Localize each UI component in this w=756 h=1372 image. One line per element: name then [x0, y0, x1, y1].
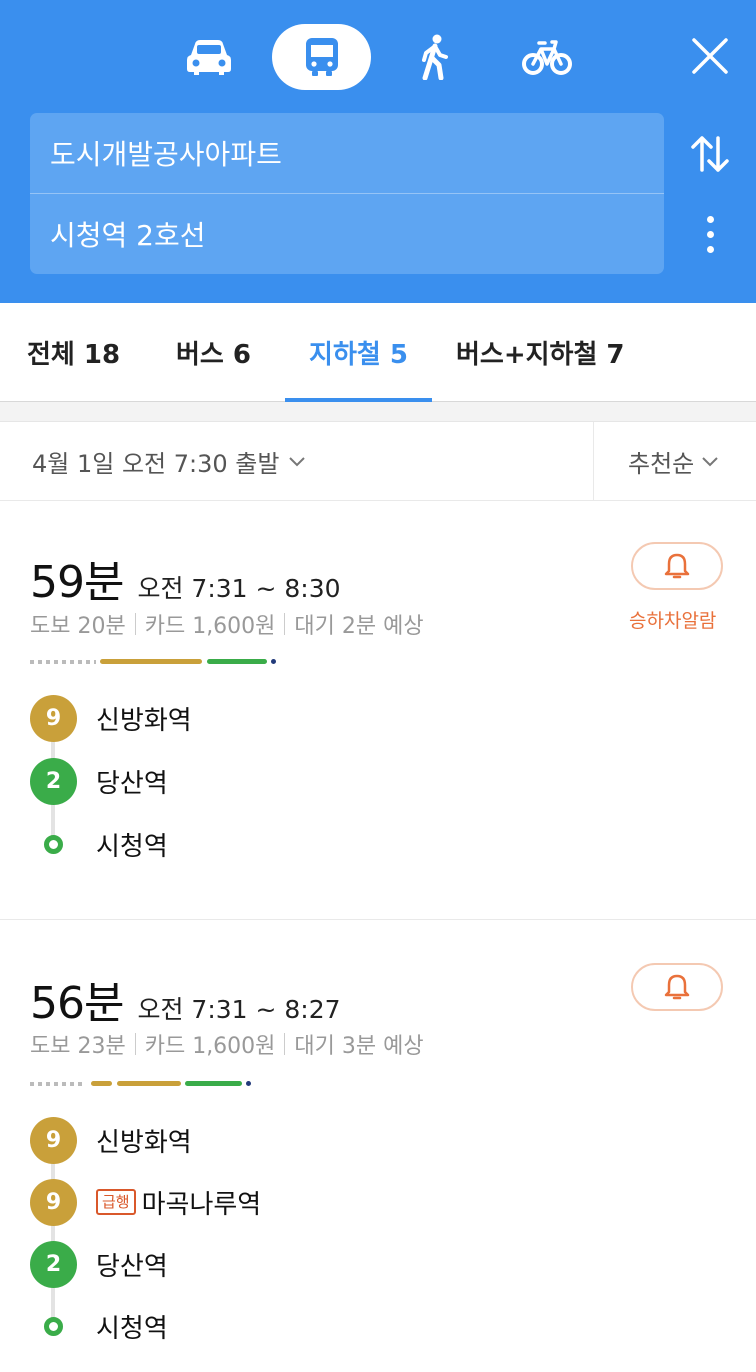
stop-name: 마곡나루역: [141, 1189, 262, 1220]
line9-express-segment: [117, 1081, 181, 1086]
filter-divider: [593, 422, 594, 501]
summary-separator: [134, 1033, 136, 1055]
route-stop: 9 신방화역: [30, 694, 192, 742]
route-duration: 59분: [30, 557, 124, 608]
sort-text: 추천순: [628, 450, 695, 478]
walk-mode-button[interactable]: [402, 24, 468, 90]
express-badge: 급행: [96, 1189, 136, 1215]
route-stop: 시청역: [30, 820, 168, 868]
swap-button[interactable]: [684, 128, 736, 180]
fare: 카드 1,600원: [144, 614, 276, 639]
route-end-marker: [271, 659, 276, 664]
stop-name: 당산역: [96, 1251, 168, 1282]
route-search-header: 도시개발공사아파트 시청역 2호선: [0, 0, 756, 303]
section-divider: [0, 402, 756, 422]
destination-dot: [30, 1303, 77, 1350]
route-card[interactable]: 59분 오전 7:31 ~ 8:30 도보 20분 카드 1,600원 대기 2…: [0, 502, 756, 920]
bus-icon: [305, 38, 338, 76]
bike-icon: [522, 40, 572, 75]
departure-time-selector[interactable]: 4월 1일 오전 7:30 출발: [32, 422, 306, 501]
boarding-alarm-button[interactable]: [631, 963, 723, 1011]
route-search-box: 도시개발공사아파트 시청역 2호선: [30, 113, 664, 274]
car-mode-button[interactable]: [176, 24, 242, 90]
fare: 카드 1,600원: [144, 1034, 276, 1059]
chevron-down-icon: [289, 456, 306, 466]
more-vertical-icon-dot: [706, 230, 714, 238]
origin-text: 도시개발공사아파트: [50, 138, 282, 171]
line9-badge: 9: [30, 694, 77, 742]
boarding-alarm-label: 승하차알람: [629, 610, 717, 632]
route-card[interactable]: 56분 오전 7:31 ~ 8:27 도보 23분 카드 1,600원 대기 3…: [0, 921, 756, 1372]
stop-name-row: 급행 마곡나루역: [96, 1184, 261, 1221]
chevron-down-icon: [702, 456, 718, 466]
departure-time-text: 4월 1일 오전 7:30 출발: [32, 450, 280, 478]
wait-time: 대기 2분 예상: [294, 614, 424, 639]
boarding-alarm-button[interactable]: [631, 542, 723, 590]
route-stop: 시청역: [30, 1302, 168, 1350]
route-stop: 9 급행 마곡나루역: [30, 1178, 261, 1226]
tab-bus[interactable]: 버스 6: [176, 303, 251, 402]
route-stop: 2 당산역: [30, 1240, 168, 1288]
route-stop: 9 신방화역: [30, 1116, 192, 1164]
destination-field[interactable]: 시청역 2호선: [30, 194, 664, 274]
line9-segment: [91, 1081, 112, 1086]
stop-name: 시청역: [96, 1313, 168, 1344]
stop-name: 신방화역: [96, 705, 192, 736]
walk-time: 도보 23분: [30, 1034, 126, 1059]
route-stop: 2 당산역: [30, 757, 168, 805]
walk-time: 도보 20분: [30, 614, 126, 639]
line2-segment: [185, 1081, 242, 1086]
filter-bar: 4월 1일 오전 7:30 출발 추천순: [0, 422, 756, 501]
close-icon: [692, 38, 728, 74]
route-timeline: [51, 1140, 55, 1326]
walk-segment: [30, 660, 96, 664]
summary-separator: [284, 613, 286, 635]
more-vertical-icon-dot: [706, 215, 714, 223]
origin-field[interactable]: 도시개발공사아파트: [30, 113, 664, 193]
close-button[interactable]: [684, 30, 736, 82]
walk-icon: [422, 34, 448, 80]
line2-badge: 2: [30, 1240, 77, 1288]
route-duration: 56분: [30, 978, 124, 1029]
route-summary: 도보 20분 카드 1,600원 대기 2분 예상: [30, 608, 424, 640]
summary-separator: [284, 1033, 286, 1055]
more-options-button[interactable]: [690, 208, 730, 260]
route-end-marker: [246, 1081, 251, 1086]
line9-badge: 9: [30, 1116, 77, 1164]
line9-segment: [100, 659, 202, 664]
walk-segment: [30, 1082, 86, 1086]
destination-text: 시청역 2호선: [50, 219, 206, 252]
tab-subway[interactable]: 지하철 5: [285, 303, 432, 402]
wait-time: 대기 3분 예상: [294, 1034, 424, 1059]
route-segment-bar: [30, 1081, 260, 1087]
route-duration-row: 56분 오전 7:31 ~ 8:27: [30, 967, 341, 1031]
stop-name: 시청역: [96, 831, 168, 862]
line2-segment: [207, 659, 267, 664]
tab-all[interactable]: 전체 18: [27, 303, 120, 402]
more-vertical-icon-dot: [706, 245, 714, 253]
route-summary: 도보 23분 카드 1,600원 대기 3분 예상: [30, 1028, 424, 1060]
transit-mode-button[interactable]: [272, 24, 371, 90]
destination-dot: [30, 821, 77, 868]
route-duration-row: 59분 오전 7:31 ~ 8:30: [30, 546, 341, 610]
transit-type-tabs: 전체 18 버스 6 지하철 5 버스+지하철 7: [0, 303, 756, 402]
sort-selector[interactable]: 추천순: [628, 422, 718, 501]
bell-icon: [664, 553, 690, 579]
bell-icon: [664, 974, 690, 1000]
route-segment-bar: [30, 659, 280, 665]
tab-bus-subway[interactable]: 버스+지하철 7: [456, 303, 625, 402]
line9-badge: 9: [30, 1178, 77, 1226]
summary-separator: [134, 613, 136, 635]
stop-name: 신방화역: [96, 1127, 192, 1158]
car-icon: [187, 40, 231, 75]
swap-icon: [691, 136, 729, 172]
route-time-range: 오전 7:31 ~ 8:27: [137, 995, 341, 1024]
line2-badge: 2: [30, 757, 77, 805]
route-time-range: 오전 7:31 ~ 8:30: [137, 574, 341, 603]
bike-mode-button[interactable]: [514, 24, 580, 90]
stop-name: 당산역: [96, 768, 168, 799]
